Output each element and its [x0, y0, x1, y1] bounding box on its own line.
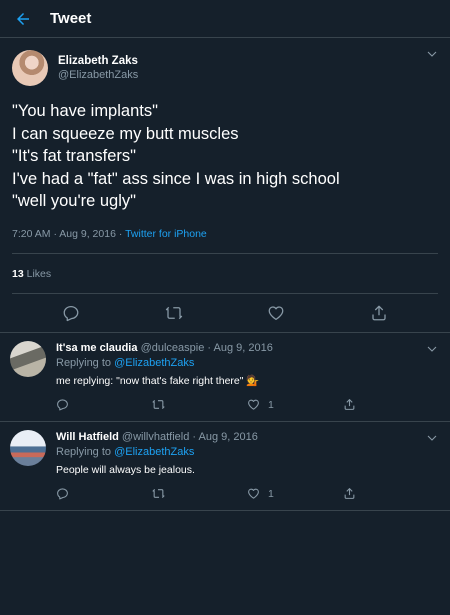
tweet-line: I've had a "fat" ass since I was in high…: [12, 169, 340, 188]
retweet-icon[interactable]: [152, 487, 165, 500]
main-tweet: Elizabeth Zaks @ElizabethZaks "You have …: [0, 38, 450, 333]
reply-author-name[interactable]: It'sa me claudia: [56, 342, 138, 354]
reply-header: It'sa me claudia @dulceaspie · Aug 9, 20…: [56, 341, 438, 356]
likes-count: 13: [12, 267, 24, 280]
reply-item[interactable]: Will Hatfield @willvhatfield · Aug 9, 20…: [0, 422, 450, 511]
reply-actions: 1: [56, 486, 438, 502]
chevron-down-icon[interactable]: [426, 48, 438, 60]
reply-date[interactable]: · Aug 9, 2016: [192, 431, 257, 443]
reply-author-name[interactable]: Will Hatfield: [56, 431, 119, 443]
chevron-down-icon[interactable]: [426, 432, 438, 444]
author-name[interactable]: Elizabeth Zaks: [58, 54, 138, 68]
replying-to-handle[interactable]: @ElizabethZaks: [114, 357, 194, 369]
top-bar: Tweet: [0, 0, 450, 38]
tweet-line: "It's fat transfers": [12, 147, 136, 165]
arrow-left-icon[interactable]: [14, 10, 32, 28]
tweet-text: "You have implants" I can squeeze my but…: [12, 100, 438, 213]
page-title: Tweet: [50, 10, 92, 27]
replying-to-handle[interactable]: @ElizabethZaks: [114, 446, 194, 458]
heart-icon[interactable]: [247, 398, 260, 411]
replying-to: Replying to @ElizabethZaks: [56, 356, 438, 371]
avatar[interactable]: [10, 340, 46, 377]
avatar[interactable]: [10, 429, 46, 466]
reply-text: me replying: "now that's fake right ther…: [56, 374, 260, 387]
reply-author-handle[interactable]: @dulceaspie: [141, 342, 205, 354]
tweet-source[interactable]: Twitter for iPhone: [125, 228, 207, 240]
reply-text: People will always be jealous.: [56, 463, 195, 476]
author-handle[interactable]: @ElizabethZaks: [58, 68, 138, 82]
replying-prefix: Replying to: [56, 356, 115, 369]
likes-label: Likes: [26, 267, 52, 280]
reply-icon[interactable]: [56, 398, 69, 411]
reply-item[interactable]: It'sa me claudia @dulceaspie · Aug 9, 20…: [0, 333, 450, 422]
heart-icon[interactable]: [247, 487, 260, 500]
likes-summary[interactable]: 13 Likes: [12, 254, 438, 294]
tweet-line: "You have implants": [12, 102, 158, 120]
reply-actions: 1: [56, 397, 438, 413]
share-icon[interactable]: [343, 398, 356, 411]
reply-icon[interactable]: [62, 304, 80, 322]
tweet-line: "well you're ugly": [12, 192, 136, 210]
retweet-icon[interactable]: [152, 398, 165, 411]
reply-icon[interactable]: [56, 487, 69, 500]
author-row: Elizabeth Zaks @ElizabethZaks: [12, 38, 438, 88]
like-count: 1: [268, 398, 274, 411]
tweet-timestamp[interactable]: 7:20 AM · Aug 9, 2016 ·: [12, 228, 125, 240]
heart-icon[interactable]: [267, 304, 285, 322]
replying-to: Replying to @ElizabethZaks: [56, 445, 438, 460]
tweet-line: I can squeeze my butt muscles: [12, 124, 239, 143]
chevron-down-icon[interactable]: [426, 343, 438, 355]
tweet-meta: 7:20 AM · Aug 9, 2016 · Twitter for iPho…: [12, 228, 438, 254]
share-icon[interactable]: [343, 487, 356, 500]
reply-date[interactable]: · Aug 9, 2016: [207, 342, 272, 354]
avatar[interactable]: [12, 50, 48, 86]
replying-prefix: Replying to: [56, 445, 115, 458]
share-icon[interactable]: [370, 304, 388, 322]
retweet-icon[interactable]: [165, 304, 183, 322]
tweet-actions: [0, 294, 450, 333]
reply-author-handle[interactable]: @willvhatfield: [122, 431, 189, 443]
like-count: 1: [268, 487, 274, 500]
reply-header: Will Hatfield @willvhatfield · Aug 9, 20…: [56, 430, 438, 445]
